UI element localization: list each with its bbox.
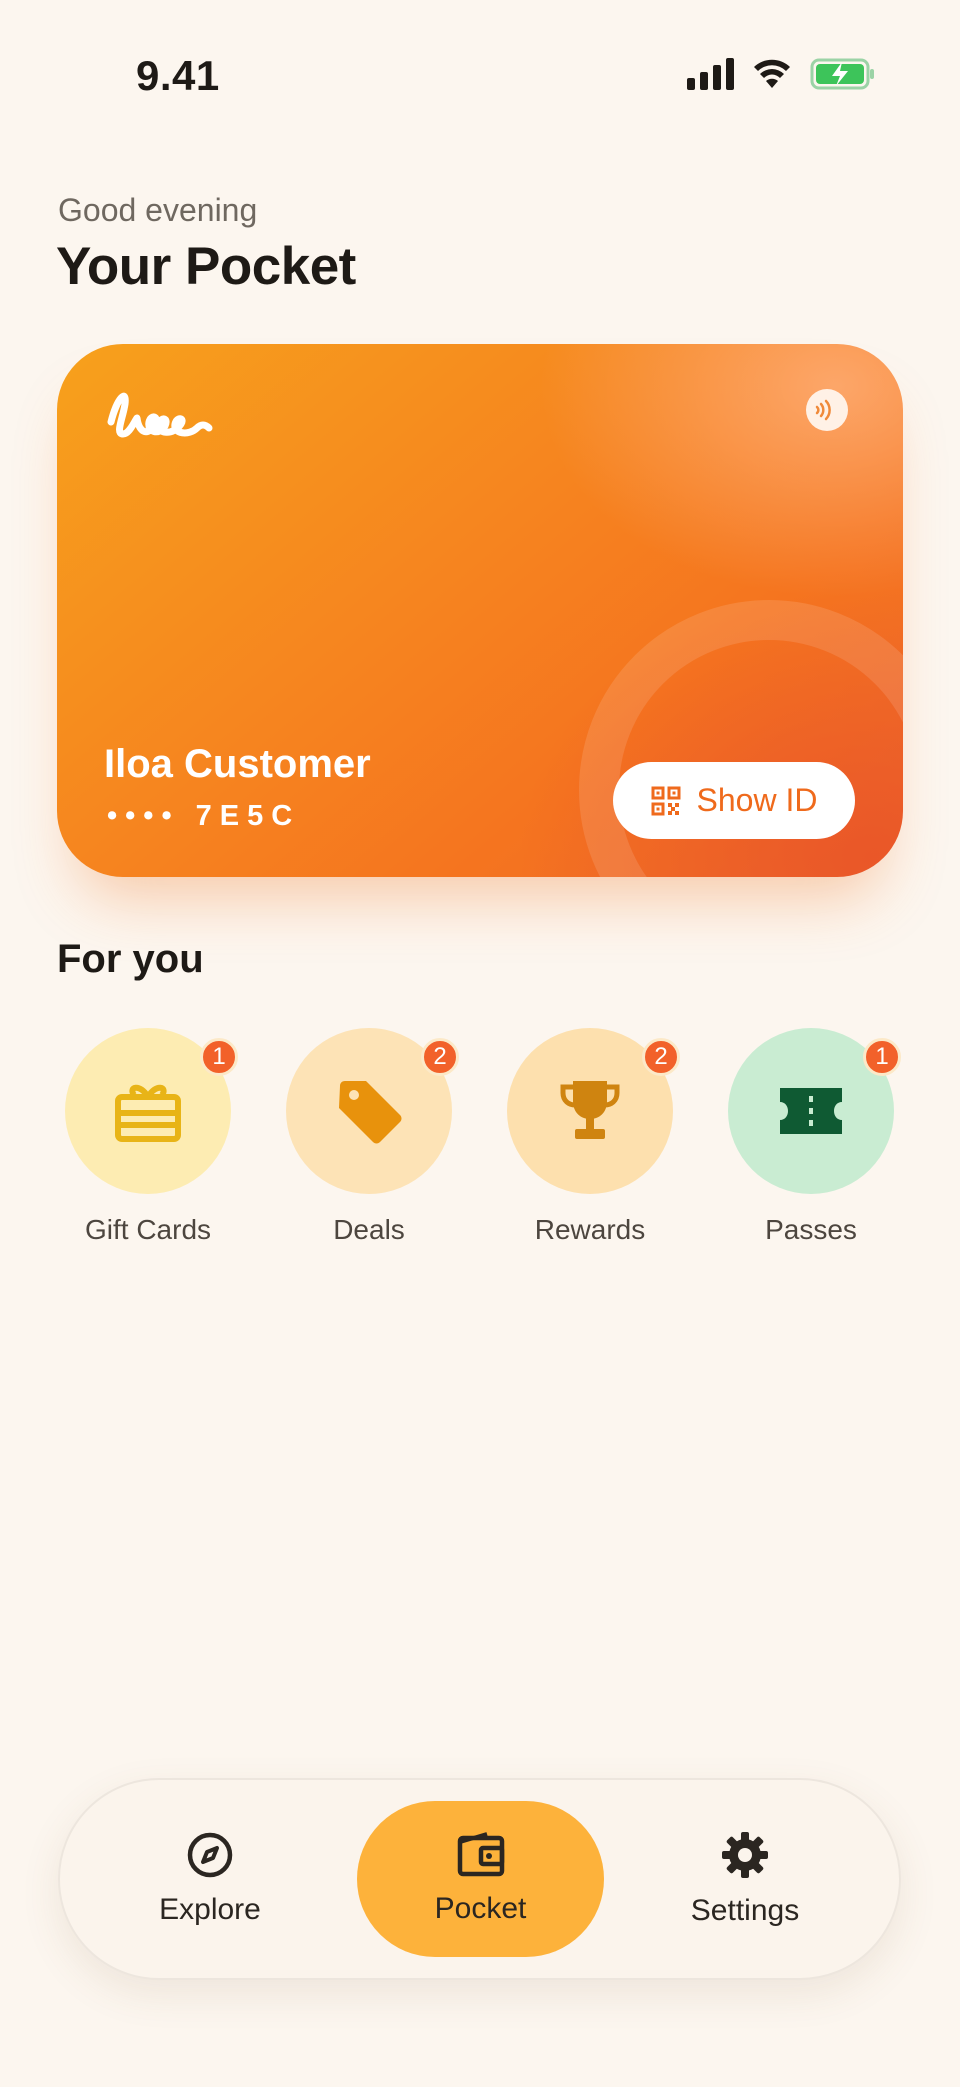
status-bar: 9.41: [0, 0, 960, 150]
category-rewards[interactable]: 2 Rewards: [490, 1028, 690, 1258]
card-number: •••• 7E5C: [107, 800, 301, 832]
trophy-icon: [560, 1081, 620, 1139]
nav-item-label: Settings: [690, 1894, 800, 1927]
nav-item-label: Explore: [159, 1893, 261, 1926]
badge-count: 1: [863, 1038, 901, 1076]
show-id-label: Show ID: [696, 782, 818, 818]
gear-icon: [722, 1832, 768, 1878]
category-label: Gift Cards: [84, 1214, 212, 1245]
nav-item-settings[interactable]: Settings: [660, 1780, 830, 1978]
category-label: Passes: [765, 1214, 857, 1245]
nav-item-pocket[interactable]: Pocket: [357, 1780, 604, 1978]
qr-code-icon: [651, 786, 681, 815]
status-icons: [687, 58, 876, 90]
page-title: Your Pocket: [56, 237, 356, 296]
badge-count: 2: [421, 1038, 459, 1076]
bottom-nav: Explore Pocket Settings: [58, 1778, 901, 1980]
compass-icon: [187, 1832, 233, 1878]
nav-item-label: Pocket: [434, 1892, 527, 1925]
iloo-logo: [107, 392, 213, 438]
card-holder-name: Iloa Customer: [104, 742, 371, 786]
tag-icon: [339, 1081, 402, 1144]
contactless-icon: [806, 389, 848, 431]
category-label: Deals: [333, 1214, 405, 1245]
wifi-icon: [754, 59, 790, 88]
gift-card-icon: [115, 1084, 181, 1142]
show-id-button[interactable]: Show ID: [613, 762, 855, 839]
category-label: Rewards: [534, 1214, 646, 1245]
category-deals[interactable]: 2 Deals: [269, 1028, 469, 1258]
category-gift-cards[interactable]: 1 Gift Cards: [48, 1028, 248, 1258]
wallet-icon: [457, 1832, 504, 1877]
ticket-icon: [780, 1088, 842, 1134]
status-time: 9.41: [136, 52, 220, 99]
membership-card[interactable]: Iloa Customer •••• 7E5C Show ID: [57, 344, 903, 877]
badge-count: 2: [642, 1038, 680, 1076]
badge-count: 1: [200, 1038, 238, 1076]
category-passes[interactable]: 1 Passes: [711, 1028, 911, 1258]
battery-icon: [810, 58, 874, 90]
section-title-for-you: For you: [57, 937, 204, 981]
signal-icon: [687, 58, 734, 90]
nav-item-explore[interactable]: Explore: [130, 1780, 290, 1978]
greeting: Good evening: [58, 192, 258, 228]
